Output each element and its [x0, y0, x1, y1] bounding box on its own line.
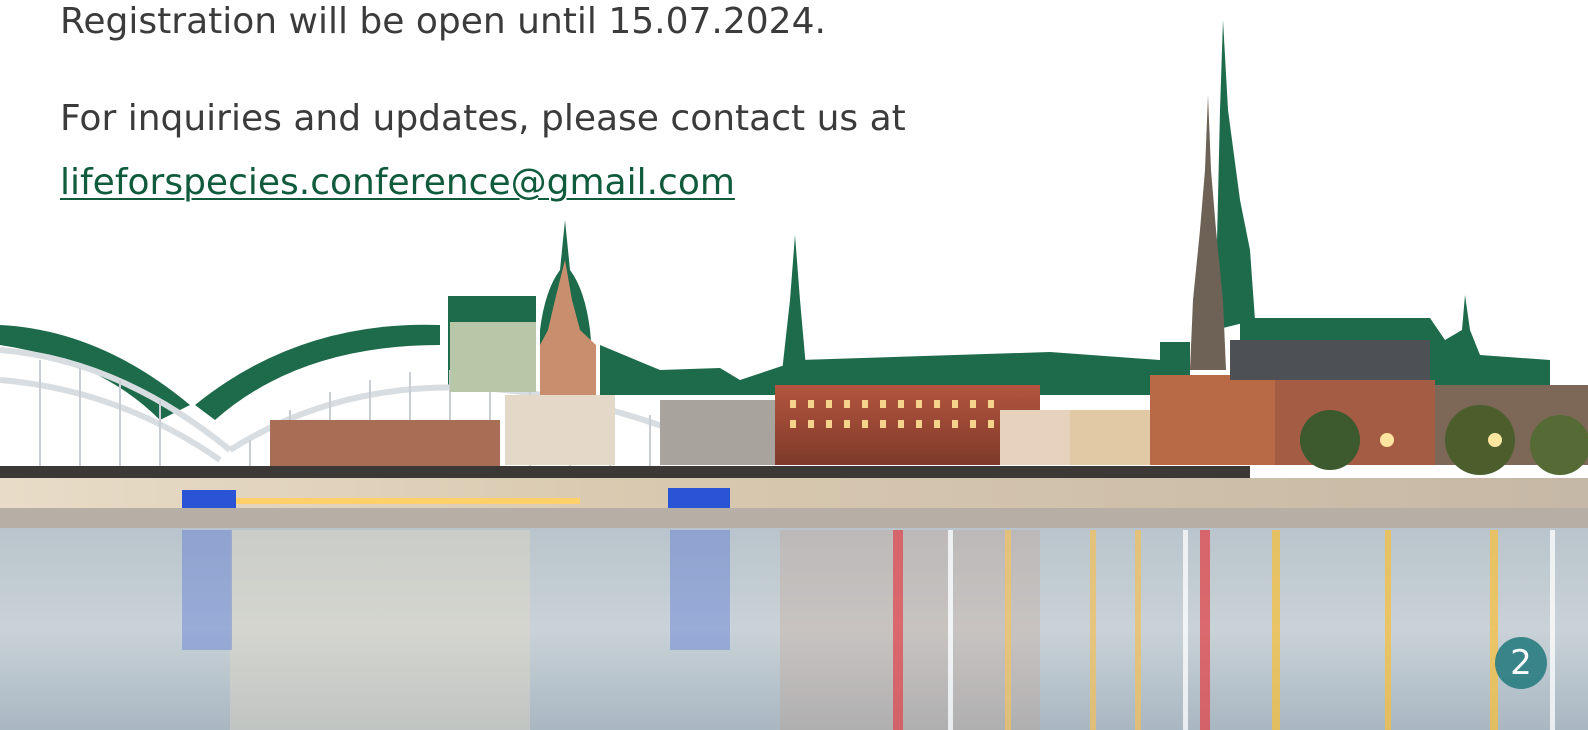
registration-text: Registration will be open until 15.07.20… — [60, 1, 826, 42]
email-link[interactable]: lifeforspecies.conference@gmail.com — [60, 161, 735, 205]
contact-text: For inquiries and updates, please contac… — [60, 98, 906, 139]
page-number-badge: 2 — [1495, 637, 1547, 689]
